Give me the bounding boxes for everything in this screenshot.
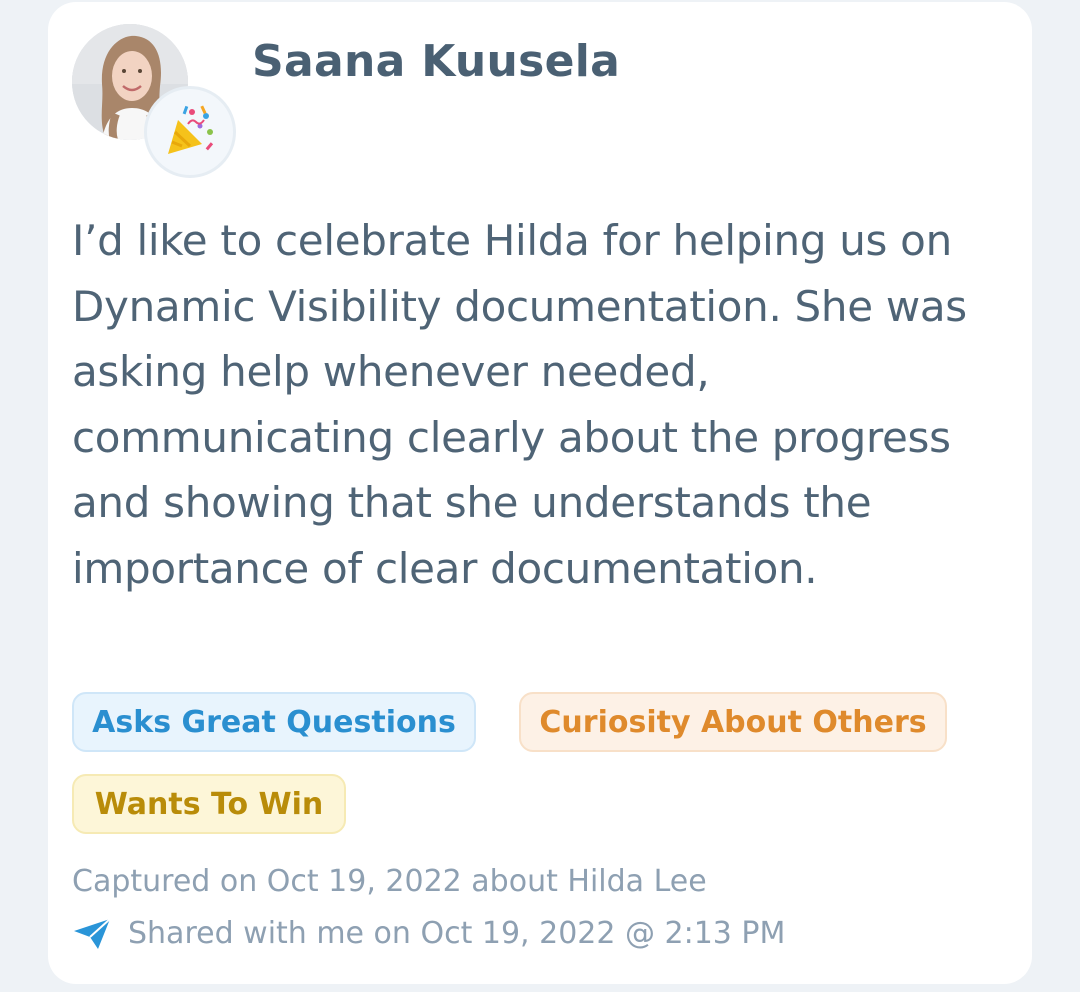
captured-info: Captured on Oct 19, 2022 about Hilda Lee: [72, 864, 707, 899]
party-popper-icon: [162, 102, 218, 162]
celebration-badge: [144, 86, 236, 178]
send-icon: [72, 917, 112, 951]
shared-text: Shared with me on Oct 19, 2022 @ 2:13 PM: [128, 916, 786, 951]
tag-wants-to-win[interactable]: Wants To Win: [72, 774, 346, 834]
shared-info: Shared with me on Oct 19, 2022 @ 2:13 PM: [72, 916, 785, 951]
recognition-card: Saana Kuusela I’d like to celebrate Hild…: [48, 2, 1032, 984]
author-name[interactable]: Saana Kuusela: [252, 36, 620, 87]
recognition-message: I’d like to celebrate Hilda for helping …: [72, 216, 967, 593]
tag-curiosity-about-others[interactable]: Curiosity About Others: [519, 692, 947, 752]
tag-asks-great-questions[interactable]: Asks Great Questions: [72, 692, 476, 752]
author-avatar-group: [72, 24, 242, 184]
